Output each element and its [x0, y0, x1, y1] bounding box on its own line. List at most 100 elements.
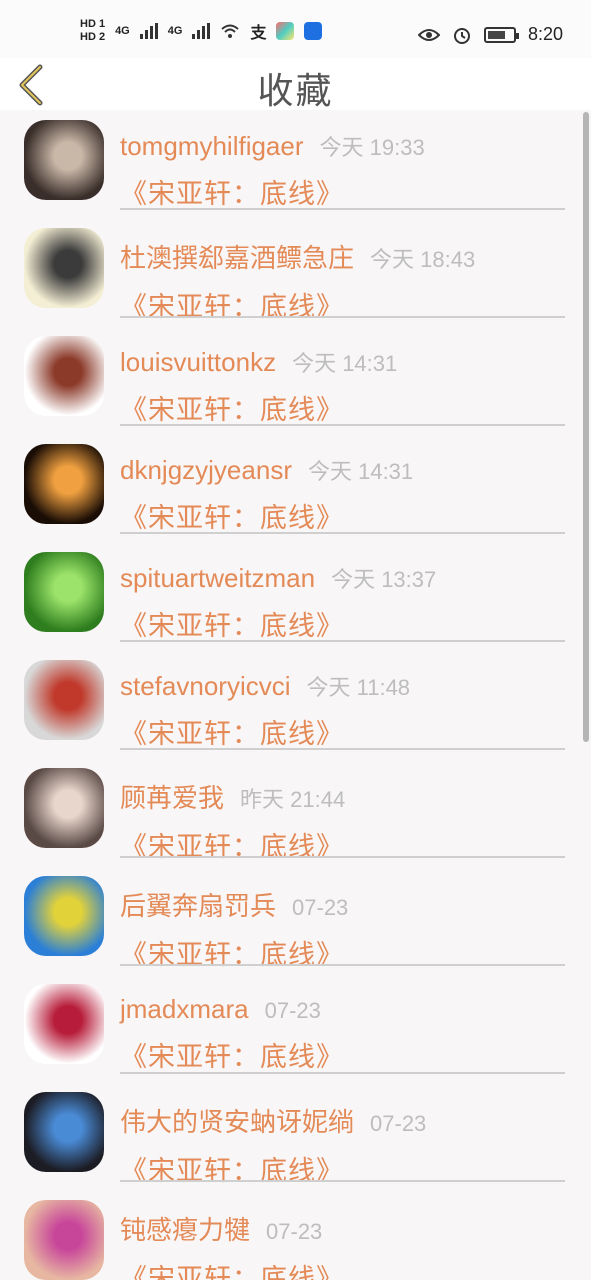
- avatar[interactable]: [24, 768, 104, 848]
- item-header: spituartweitzman 今天 13:37: [120, 562, 565, 594]
- hd-indicator: HD 1 HD 2: [80, 18, 105, 44]
- item-header: stefavnoryicvci 今天 11:48: [120, 670, 565, 702]
- divider: [120, 316, 565, 318]
- status-bar: HD 1 HD 2 4G 4G 支 8:20: [0, 0, 591, 58]
- eye-icon: [417, 28, 440, 41]
- user-name[interactable]: 钝感瘪力犍: [120, 1210, 250, 1247]
- net1-label: 4G: [115, 25, 130, 37]
- user-name[interactable]: 后翼奔扇罚兵: [120, 886, 276, 923]
- item-content: stefavnoryicvci 今天 11:48 《宋亚轩：底线》: [120, 670, 565, 751]
- book-title[interactable]: 《宋亚轩：底线》: [120, 712, 565, 751]
- timestamp: 07-23: [370, 1111, 427, 1136]
- status-left: HD 1 HD 2 4G 4G 支: [80, 18, 323, 44]
- avatar[interactable]: [24, 228, 104, 308]
- avatar[interactable]: [24, 1092, 104, 1172]
- divider: [120, 856, 565, 858]
- user-name[interactable]: 顾苒爱我: [120, 778, 224, 815]
- user-name[interactable]: 伟大的贤安蚋讶妮绱: [120, 1102, 354, 1139]
- avatar[interactable]: [24, 444, 104, 524]
- book-title[interactable]: 《宋亚轩：底线》: [120, 825, 565, 864]
- list-item[interactable]: stefavnoryicvci 今天 11:48 《宋亚轩：底线》: [0, 650, 591, 758]
- bulb-app-icon: [304, 22, 323, 40]
- list-item[interactable]: tomgmyhilfigaer 今天 19:33 《宋亚轩：底线》: [0, 110, 591, 218]
- avatar[interactable]: [24, 120, 104, 200]
- timestamp: 今天 14:31: [307, 459, 414, 484]
- book-title[interactable]: 《宋亚轩：底线》: [120, 1257, 565, 1280]
- item-header: tomgmyhilfigaer 今天 19:33: [120, 130, 565, 162]
- divider: [120, 1180, 565, 1182]
- item-header: 伟大的贤安蚋讶妮绱 07-23: [120, 1102, 565, 1139]
- list-item[interactable]: dknjgzyjyeansr 今天 14:31 《宋亚轩：底线》: [0, 434, 591, 542]
- user-name[interactable]: 杜澳撰郄嘉酒鳔急庄: [120, 238, 354, 275]
- app-icon: [276, 22, 295, 40]
- item-content: 顾苒爱我 昨天 21:44 《宋亚轩：底线》: [120, 778, 565, 864]
- list-item[interactable]: 钝感瘪力犍 07-23 《宋亚轩：底线》: [0, 1190, 591, 1280]
- item-header: louisvuittonkz 今天 14:31: [120, 346, 565, 378]
- divider: [120, 532, 565, 534]
- item-content: louisvuittonkz 今天 14:31 《宋亚轩：底线》: [120, 346, 565, 427]
- list-item[interactable]: 杜澳撰郄嘉酒鳔急庄 今天 18:43 《宋亚轩：底线》: [0, 218, 591, 326]
- item-header: 钝感瘪力犍 07-23: [120, 1210, 565, 1247]
- list-item[interactable]: 伟大的贤安蚋讶妮绱 07-23 《宋亚轩：底线》: [0, 1082, 591, 1190]
- item-header: 顾苒爱我 昨天 21:44: [120, 778, 565, 815]
- divider: [120, 208, 565, 210]
- clock: 8:20: [527, 24, 563, 44]
- avatar[interactable]: [24, 1200, 104, 1280]
- scrollbar[interactable]: [583, 112, 589, 742]
- list-item[interactable]: jmadxmara 07-23 《宋亚轩：底线》: [0, 974, 591, 1082]
- book-title[interactable]: 《宋亚轩：底线》: [120, 496, 565, 535]
- book-title[interactable]: 《宋亚轩：底线》: [120, 1149, 565, 1188]
- item-header: 后翼奔扇罚兵 07-23: [120, 886, 565, 923]
- page-title: 收藏: [257, 71, 334, 112]
- book-title[interactable]: 《宋亚轩：底线》: [120, 388, 565, 427]
- avatar[interactable]: [24, 660, 104, 740]
- avatar[interactable]: [24, 984, 104, 1064]
- divider: [120, 640, 565, 642]
- book-title[interactable]: 《宋亚轩：底线》: [120, 172, 565, 211]
- book-title[interactable]: 《宋亚轩：底线》: [120, 1035, 565, 1074]
- hd2-label: HD 2: [80, 31, 106, 43]
- user-name[interactable]: spituartweitzman: [120, 563, 315, 594]
- timestamp: 今天 11:48: [306, 675, 411, 700]
- item-content: tomgmyhilfigaer 今天 19:33 《宋亚轩：底线》: [120, 130, 565, 211]
- net2-label: 4G: [167, 25, 183, 37]
- avatar[interactable]: [24, 876, 104, 956]
- divider: [120, 424, 565, 426]
- item-content: 后翼奔扇罚兵 07-23 《宋亚轩：底线》: [120, 886, 565, 972]
- timestamp: 今天 13:37: [331, 567, 437, 592]
- item-header: jmadxmara 07-23: [120, 994, 565, 1025]
- item-header: 杜澳撰郄嘉酒鳔急庄 今天 18:43: [120, 238, 565, 275]
- timestamp: 07-23: [264, 998, 321, 1023]
- book-title[interactable]: 《宋亚轩：底线》: [120, 933, 565, 972]
- nav-bar: 收藏: [0, 58, 591, 112]
- alipay-icon: 支: [250, 25, 267, 42]
- timestamp: 昨天 21:44: [240, 787, 346, 812]
- avatar[interactable]: [24, 336, 104, 416]
- list-item[interactable]: spituartweitzman 今天 13:37 《宋亚轩：底线》: [0, 542, 591, 650]
- user-name[interactable]: jmadxmara: [120, 994, 249, 1025]
- list-item[interactable]: 后翼奔扇罚兵 07-23 《宋亚轩：底线》: [0, 866, 591, 974]
- item-content: 杜澳撰郄嘉酒鳔急庄 今天 18:43 《宋亚轩：底线》: [120, 238, 565, 324]
- list-item[interactable]: louisvuittonkz 今天 14:31 《宋亚轩：底线》: [0, 326, 591, 434]
- divider: [120, 964, 565, 966]
- book-title[interactable]: 《宋亚轩：底线》: [120, 604, 565, 643]
- list-item[interactable]: 顾苒爱我 昨天 21:44 《宋亚轩：底线》: [0, 758, 591, 866]
- user-name[interactable]: louisvuittonkz: [120, 347, 276, 378]
- avatar[interactable]: [24, 552, 104, 632]
- timestamp: 今天 19:33: [319, 135, 425, 160]
- user-name[interactable]: stefavnoryicvci: [120, 671, 291, 702]
- battery-icon: [483, 26, 519, 43]
- timestamp: 今天 14:31: [292, 351, 398, 376]
- book-title[interactable]: 《宋亚轩：底线》: [120, 285, 565, 324]
- favorites-list[interactable]: tomgmyhilfigaer 今天 19:33 《宋亚轩：底线》 杜澳撰郄嘉酒鳔急庄…: [0, 110, 591, 1280]
- timestamp: 07-23: [292, 895, 349, 920]
- item-content: 伟大的贤安蚋讶妮绱 07-23 《宋亚轩：底线》: [120, 1102, 565, 1188]
- item-content: spituartweitzman 今天 13:37 《宋亚轩：底线》: [120, 562, 565, 643]
- timestamp: 07-23: [266, 1219, 323, 1244]
- item-header: dknjgzyjyeansr 今天 14:31: [120, 454, 565, 486]
- user-name[interactable]: dknjgzyjyeansr: [120, 455, 292, 486]
- divider: [120, 1072, 565, 1074]
- divider: [120, 748, 565, 750]
- user-name[interactable]: tomgmyhilfigaer: [120, 131, 304, 162]
- wifi-icon: [221, 24, 240, 38]
